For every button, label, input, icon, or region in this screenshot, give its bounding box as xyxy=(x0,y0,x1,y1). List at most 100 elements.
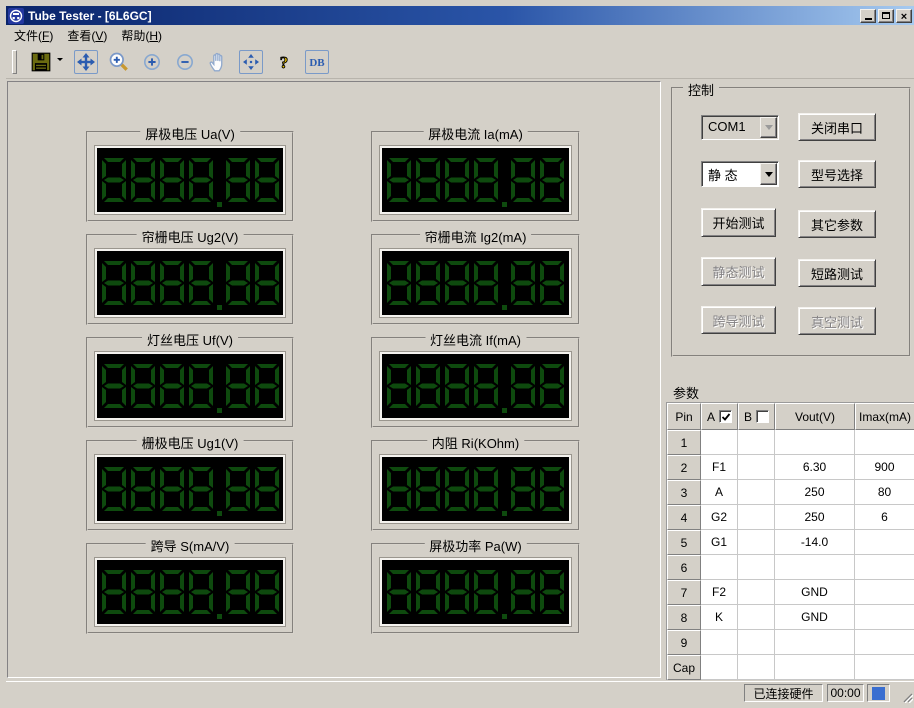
led-display xyxy=(95,249,285,317)
zoom-in-button[interactable] xyxy=(140,50,164,74)
cell-7-b[interactable] xyxy=(738,580,775,605)
cell-9-vout[interactable] xyxy=(775,630,855,655)
connection-status: 已连接硬件 xyxy=(744,684,823,702)
menu-item-f[interactable]: 文件(F) xyxy=(7,25,60,46)
cell-5-b[interactable] xyxy=(738,530,775,555)
cell-4-b[interactable] xyxy=(738,505,775,530)
checkbox-b[interactable] xyxy=(756,410,769,423)
checkbox-a[interactable] xyxy=(719,410,732,423)
status-bar: 已连接硬件 00:00 xyxy=(6,681,914,704)
cell-6-vout[interactable] xyxy=(775,555,855,580)
pin-header-6[interactable]: 6 xyxy=(667,555,701,580)
cell-cap-vout[interactable] xyxy=(775,655,855,680)
save-dropdown-button[interactable] xyxy=(55,50,65,74)
cell-7-vout[interactable]: GND xyxy=(775,580,855,605)
svg-text:?: ? xyxy=(280,53,289,72)
menu-item-v[interactable]: 查看(V) xyxy=(60,25,114,46)
maximize-button[interactable] xyxy=(878,9,894,23)
pin-header-cap[interactable]: Cap xyxy=(667,655,701,680)
led-display xyxy=(380,249,571,317)
cell-4-imax[interactable]: 6 xyxy=(855,505,914,530)
pin-header-8[interactable]: 8 xyxy=(667,605,701,630)
chevron-down-icon[interactable] xyxy=(760,163,777,185)
toolbar-grip[interactable] xyxy=(12,50,17,74)
svg-text:DB: DB xyxy=(309,57,325,69)
toolbar: ? DB xyxy=(6,45,914,79)
cell-8-a[interactable]: K xyxy=(701,605,738,630)
cell-9-a[interactable] xyxy=(701,630,738,655)
pin-header-9[interactable]: 9 xyxy=(667,630,701,655)
meter-pa: 屏极功率 Pa(W) xyxy=(371,543,580,634)
cell-7-a[interactable]: F2 xyxy=(701,580,738,605)
cell-9-b[interactable] xyxy=(738,630,775,655)
cell-8-imax[interactable] xyxy=(855,605,914,630)
pan-button[interactable] xyxy=(206,50,230,74)
cell-2-b[interactable] xyxy=(738,455,775,480)
close-serial-button[interactable]: 关闭串口 xyxy=(798,113,876,141)
led-display xyxy=(380,146,571,214)
other-params-button[interactable]: 其它参数 xyxy=(798,210,876,238)
fit-view-button[interactable] xyxy=(239,50,263,74)
meter-ua: 屏极电压 Ua(V) xyxy=(86,131,294,222)
select-center-button[interactable] xyxy=(74,50,98,74)
zoom-out-button[interactable] xyxy=(173,50,197,74)
short-test-button[interactable]: 短路测试 xyxy=(798,259,876,287)
chevron-down-icon[interactable] xyxy=(760,117,777,138)
db-icon: DB xyxy=(307,52,327,72)
pin-header-3[interactable]: 3 xyxy=(667,480,701,505)
cell-1-b[interactable] xyxy=(738,430,775,455)
meter-label: 栅极电压 Ug1(V) xyxy=(137,433,244,452)
pin-header-2[interactable]: 2 xyxy=(667,455,701,480)
cell-7-imax[interactable] xyxy=(855,580,914,605)
cell-2-imax[interactable]: 900 xyxy=(855,455,914,480)
cell-6-imax[interactable] xyxy=(855,555,914,580)
menu-item-h[interactable]: 帮助(H) xyxy=(114,25,169,46)
cell-4-vout[interactable]: 250 xyxy=(775,505,855,530)
cell-8-vout[interactable]: GND xyxy=(775,605,855,630)
cell-3-a[interactable]: A xyxy=(701,480,738,505)
com-port-select[interactable]: COM1 xyxy=(701,115,779,140)
minimize-button[interactable] xyxy=(860,9,876,23)
pin-header-7[interactable]: 7 xyxy=(667,580,701,605)
cell-cap-a[interactable] xyxy=(701,655,738,680)
cell-3-imax[interactable]: 80 xyxy=(855,480,914,505)
cell-1-imax[interactable] xyxy=(855,430,914,455)
meter-label: 屏极功率 Pa(W) xyxy=(424,536,526,555)
model-select-button[interactable]: 型号选择 xyxy=(798,160,876,188)
pin-header-5[interactable]: 5 xyxy=(667,530,701,555)
cell-3-b[interactable] xyxy=(738,480,775,505)
cell-3-vout[interactable]: 250 xyxy=(775,480,855,505)
cell-1-a[interactable] xyxy=(701,430,738,455)
col-header-vout: Vout(V) xyxy=(775,403,855,430)
save-button[interactable] xyxy=(29,50,53,74)
pin-header-1[interactable]: 1 xyxy=(667,430,701,455)
cell-5-a[interactable]: G1 xyxy=(701,530,738,555)
resize-grip-icon[interactable] xyxy=(900,690,913,703)
mode-select[interactable]: 静 态 xyxy=(701,161,779,187)
help-button[interactable]: ? xyxy=(272,50,296,74)
cell-1-vout[interactable] xyxy=(775,430,855,455)
meter-ug2: 帘栅电压 Ug2(V) xyxy=(86,234,294,325)
database-button[interactable]: DB xyxy=(305,50,329,74)
cell-cap-b[interactable] xyxy=(738,655,775,680)
cell-8-b[interactable] xyxy=(738,605,775,630)
zoom-window-button[interactable] xyxy=(107,50,131,74)
cell-6-b[interactable] xyxy=(738,555,775,580)
led-display xyxy=(95,352,285,420)
cell-2-vout[interactable]: 6.30 xyxy=(775,455,855,480)
cell-2-a[interactable]: F1 xyxy=(701,455,738,480)
close-button[interactable]: × xyxy=(896,9,912,23)
cell-cap-imax[interactable] xyxy=(855,655,914,680)
pin-header-4[interactable]: 4 xyxy=(667,505,701,530)
cell-6-a[interactable] xyxy=(701,555,738,580)
meter-if: 灯丝电流 If(mA) xyxy=(371,337,580,428)
cell-4-a[interactable]: G2 xyxy=(701,505,738,530)
meter-label: 屏极电流 Ia(mA) xyxy=(423,124,528,143)
cell-5-imax[interactable] xyxy=(855,530,914,555)
start-test-button[interactable]: 开始测试 xyxy=(701,208,776,237)
title-bar[interactable]: Tube Tester - [6L6GC] × xyxy=(6,6,914,25)
window-title: Tube Tester - [6L6GC] xyxy=(28,9,152,23)
close-icon: × xyxy=(901,7,907,25)
cell-9-imax[interactable] xyxy=(855,630,914,655)
cell-5-vout[interactable]: -14.0 xyxy=(775,530,855,555)
